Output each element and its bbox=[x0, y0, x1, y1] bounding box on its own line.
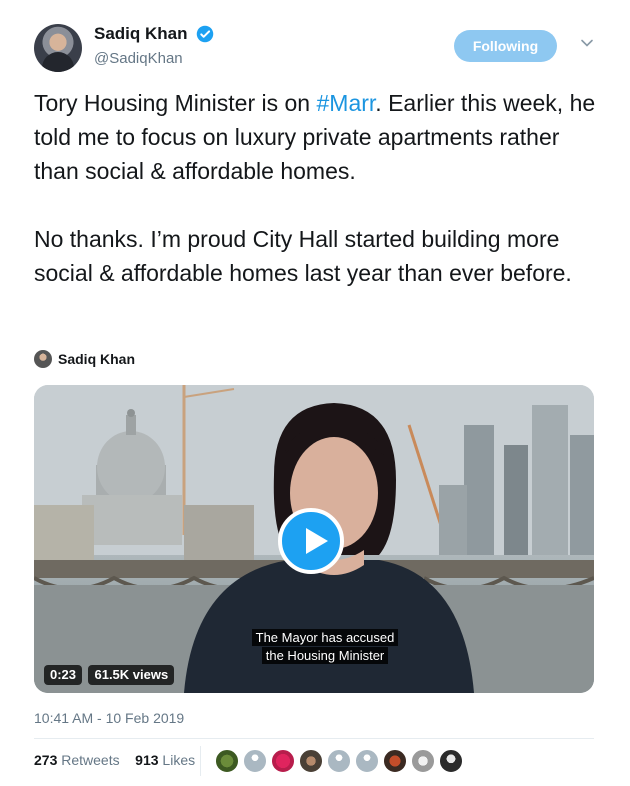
tweet-text: Tory Housing Minister is on #Marr. Earli… bbox=[34, 86, 604, 290]
author-avatar[interactable] bbox=[34, 24, 82, 72]
liker-avatar[interactable] bbox=[326, 748, 352, 774]
tweet-timestamp[interactable]: 10:41 AM - 10 Feb 2019 bbox=[34, 710, 184, 726]
liker-avatar[interactable] bbox=[242, 748, 268, 774]
tweet-stats: 273 Retweets 913 Likes bbox=[34, 752, 195, 772]
liker-avatar[interactable] bbox=[410, 748, 436, 774]
likes-label: Likes bbox=[162, 752, 196, 768]
caption-line-2: the Housing Minister bbox=[261, 647, 389, 664]
play-button[interactable] bbox=[278, 508, 344, 574]
tweet-text-segment: Tory Housing Minister is on bbox=[34, 90, 317, 116]
retweets-stat[interactable]: 273 Retweets bbox=[34, 752, 120, 768]
liker-avatar[interactable] bbox=[214, 748, 240, 774]
video-meta: 0:23 61.5K views bbox=[44, 665, 176, 685]
liker-avatar[interactable] bbox=[438, 748, 464, 774]
liker-avatar[interactable] bbox=[382, 748, 408, 774]
liker-avatar[interactable] bbox=[354, 748, 380, 774]
likers-avatars bbox=[214, 748, 484, 776]
liker-avatar[interactable] bbox=[298, 748, 324, 774]
author-name[interactable]: Sadiq Khan bbox=[94, 24, 188, 44]
video-caption: The Mayor has accused the Housing Minist… bbox=[222, 629, 428, 665]
liker-avatar[interactable] bbox=[270, 748, 296, 774]
video-views: 61.5K views bbox=[88, 665, 175, 685]
stats-divider bbox=[200, 746, 201, 776]
author-handle[interactable]: @SadiqKhan bbox=[94, 50, 183, 67]
retweets-label: Retweets bbox=[61, 752, 120, 768]
hashtag-link[interactable]: #Marr bbox=[317, 90, 376, 116]
video-duration: 0:23 bbox=[44, 665, 83, 685]
following-button[interactable]: Following bbox=[454, 30, 557, 62]
verified-badge-icon bbox=[196, 25, 214, 43]
divider bbox=[34, 738, 594, 739]
video-player[interactable]: The Mayor has accused the Housing Minist… bbox=[34, 385, 594, 693]
likes-count: 913 bbox=[135, 752, 159, 768]
caption-line-1: The Mayor has accused bbox=[251, 629, 399, 646]
tweet-paragraph-1: Tory Housing Minister is on #Marr. Earli… bbox=[34, 86, 604, 188]
retweets-count: 273 bbox=[34, 752, 58, 768]
tweet-header: Sadiq Khan @SadiqKhan Following bbox=[34, 22, 600, 72]
attribution-name[interactable]: Sadiq Khan bbox=[58, 351, 135, 367]
tweet-paragraph-2: No thanks. I’m proud City Hall started b… bbox=[34, 226, 572, 286]
likes-stat[interactable]: 913 Likes bbox=[135, 752, 195, 768]
chevron-down-icon[interactable] bbox=[580, 36, 594, 50]
attribution-avatar bbox=[34, 350, 52, 368]
